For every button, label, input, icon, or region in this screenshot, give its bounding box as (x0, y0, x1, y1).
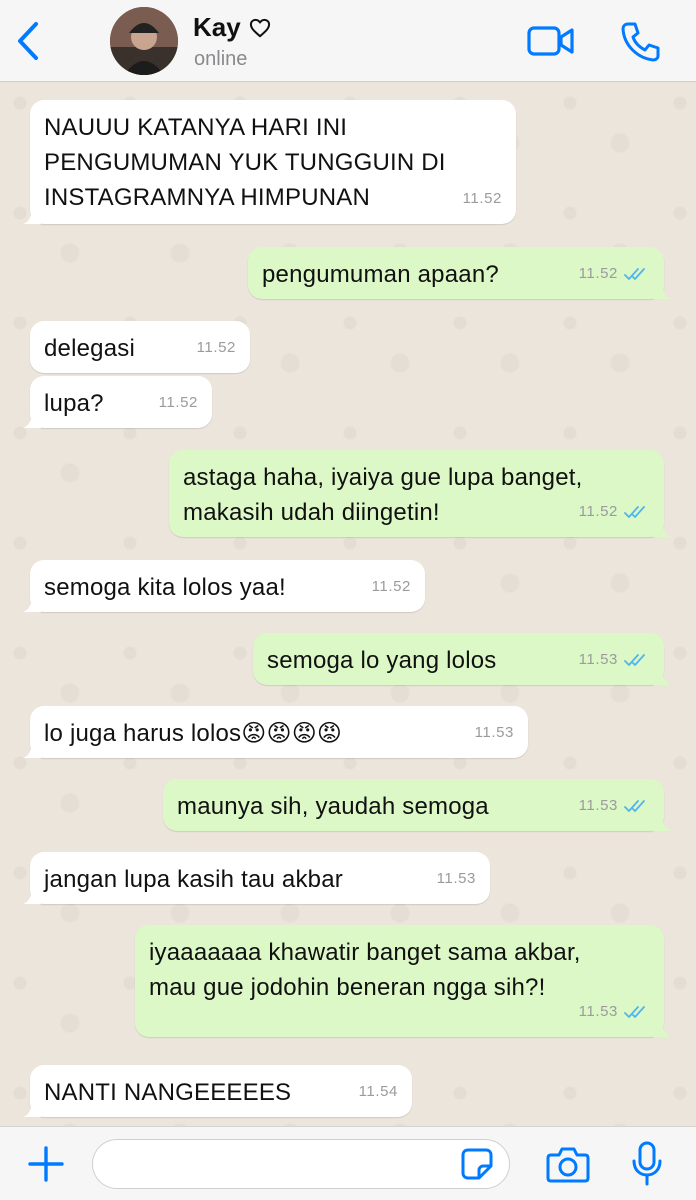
read-receipt-icon (624, 505, 645, 518)
avatar-photo (110, 7, 178, 75)
contact-name-label: Kay (193, 12, 241, 42)
sticker-button[interactable] (460, 1147, 494, 1181)
message-time: 11.52 (578, 265, 618, 282)
phone-icon (621, 22, 660, 62)
incoming-message[interactable]: lo juga harus lolos😡😡😡😡 11.53 (23, 706, 528, 758)
message-meta: 11.53 (579, 994, 650, 1029)
bubble-tail (23, 410, 41, 428)
voice-call-button[interactable] (620, 20, 660, 62)
incoming-message[interactable]: jangan lupa kasih tau akbar 11.53 (23, 852, 490, 904)
bubble-tail (653, 1019, 671, 1037)
message-time: 11.53 (578, 1003, 618, 1020)
chevron-left-icon (18, 22, 38, 60)
camera-icon (546, 1147, 590, 1183)
outgoing-message[interactable]: astaga haha, iyaiya gue lupa banget, mak… (169, 450, 671, 537)
message-meta: 11.52 (372, 569, 411, 604)
attach-button[interactable] (26, 1144, 66, 1184)
message-meta: 11.53 (437, 861, 476, 896)
back-button[interactable] (12, 20, 46, 62)
bubble-tail (23, 206, 41, 224)
message-meta: 11.52 (159, 385, 198, 420)
message-time: 11.52 (462, 190, 502, 207)
outgoing-message[interactable]: iyaaaaaaa khawatir banget sama akbar, ma… (135, 925, 671, 1037)
message-text: jangan lupa kasih tau akbar (44, 866, 343, 893)
bubble-tail (653, 813, 671, 831)
message-meta: 11.52 (579, 256, 650, 291)
microphone-icon (632, 1141, 662, 1186)
message-meta: 11.52 (197, 330, 236, 365)
message-input-bar (0, 1126, 696, 1200)
read-receipt-icon (624, 799, 645, 812)
chat-header: Kay online (0, 0, 696, 82)
bubble-tail (23, 594, 41, 612)
video-call-icon (527, 26, 574, 56)
read-receipt-icon (624, 653, 645, 666)
heart-outline-icon (249, 18, 270, 37)
message-time: 11.54 (358, 1083, 398, 1100)
message-meta: 11.54 (359, 1074, 398, 1109)
incoming-message[interactable]: delegasi 11.52 (30, 321, 250, 373)
message-text: semoga kita lolos yaa! (44, 574, 286, 601)
plus-icon (28, 1146, 64, 1182)
bubble-tail (23, 1099, 41, 1117)
message-text: NAUUU KATANYA HARI INI PENGUMUMAN YUK TU… (44, 114, 446, 211)
read-receipt-icon (624, 267, 645, 280)
message-text: lo juga harus lolos😡😡😡😡 (44, 720, 343, 747)
message-meta: 11.52 (579, 494, 650, 529)
message-time: 11.53 (436, 870, 476, 887)
message-meta: 11.53 (579, 642, 650, 677)
incoming-message[interactable]: NAUUU KATANYA HARI INI PENGUMUMAN YUK TU… (23, 100, 516, 224)
camera-button[interactable] (546, 1145, 590, 1183)
microphone-button[interactable] (630, 1141, 664, 1187)
bubble-tail (23, 886, 41, 904)
bubble-tail (653, 281, 671, 299)
video-call-button[interactable] (527, 24, 575, 58)
chat-area[interactable]: NAUUU KATANYA HARI INI PENGUMUMAN YUK TU… (0, 83, 696, 1126)
message-meta: 11.53 (579, 788, 650, 823)
incoming-message[interactable]: lupa? 11.52 (23, 376, 212, 428)
message-time: 11.52 (371, 578, 411, 595)
read-receipt-icon (624, 1005, 645, 1018)
message-input[interactable] (92, 1139, 510, 1189)
bubble-tail (23, 740, 41, 758)
incoming-message[interactable]: NANTI NANGEEEEES 11.54 (23, 1065, 412, 1117)
sticker-icon (461, 1148, 493, 1180)
message-meta: 11.52 (463, 181, 502, 216)
outgoing-message[interactable]: maunya sih, yaudah semoga 11.53 (163, 779, 671, 831)
bubble-tail (653, 667, 671, 685)
outgoing-message[interactable]: semoga lo yang lolos 11.53 (253, 633, 671, 685)
message-text: iyaaaaaaa khawatir banget sama akbar, ma… (149, 939, 581, 1001)
contact-name[interactable]: Kay (193, 12, 271, 43)
incoming-message[interactable]: semoga kita lolos yaa! 11.52 (23, 560, 425, 612)
message-time: 11.53 (578, 797, 618, 814)
message-meta: 11.53 (475, 715, 514, 750)
contact-status: online (194, 48, 248, 70)
message-time: 11.52 (158, 394, 198, 411)
message-time: 11.53 (578, 651, 618, 668)
message-time: 11.53 (474, 724, 514, 741)
message-time: 11.52 (578, 503, 618, 520)
message-time: 11.52 (196, 339, 236, 356)
message-text: NANTI NANGEEEEES (44, 1079, 292, 1106)
avatar[interactable] (110, 7, 178, 75)
outgoing-message[interactable]: pengumuman apaan? 11.52 (248, 247, 671, 299)
bubble-tail (653, 519, 671, 537)
